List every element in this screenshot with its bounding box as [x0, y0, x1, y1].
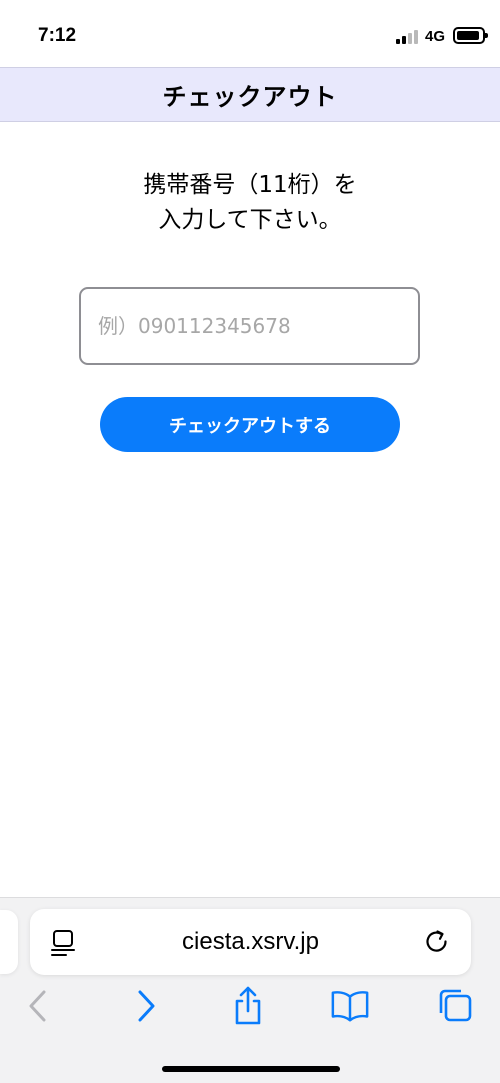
back-icon[interactable]: [18, 986, 58, 1026]
page-title: チェックアウト: [162, 83, 338, 111]
reload-icon[interactable]: [423, 928, 451, 956]
forward-icon[interactable]: [126, 986, 166, 1026]
status-time: 7:12: [38, 25, 77, 46]
previous-tab-preview[interactable]: [0, 910, 18, 974]
network-type: 4G: [425, 28, 446, 45]
tabs-icon[interactable]: [434, 986, 474, 1026]
page-header: チェックアウト: [0, 67, 500, 122]
prompt-line-2: 入力して下さい。: [158, 207, 342, 233]
phone-number-input[interactable]: [79, 287, 420, 365]
phone-prompt: 携帯番号（11桁）を 入力して下さい。: [0, 168, 500, 238]
bookmarks-icon[interactable]: [330, 986, 370, 1026]
prompt-line-1: 携帯番号（11桁）を: [143, 172, 357, 198]
battery-icon: [453, 27, 488, 44]
url-text[interactable]: ciesta.xsrv.jp: [90, 909, 411, 975]
browser-chrome: ciesta.xsrv.jp: [0, 897, 500, 1083]
checkout-button[interactable]: チェックアウトする: [100, 397, 400, 452]
status-bar: 7:12 4G: [0, 0, 500, 68]
reader-mode-icon[interactable]: [51, 929, 77, 957]
signal-icon: [396, 30, 420, 44]
share-icon[interactable]: [228, 986, 268, 1026]
address-bar[interactable]: ciesta.xsrv.jp: [30, 909, 471, 975]
home-indicator[interactable]: [162, 1066, 340, 1072]
